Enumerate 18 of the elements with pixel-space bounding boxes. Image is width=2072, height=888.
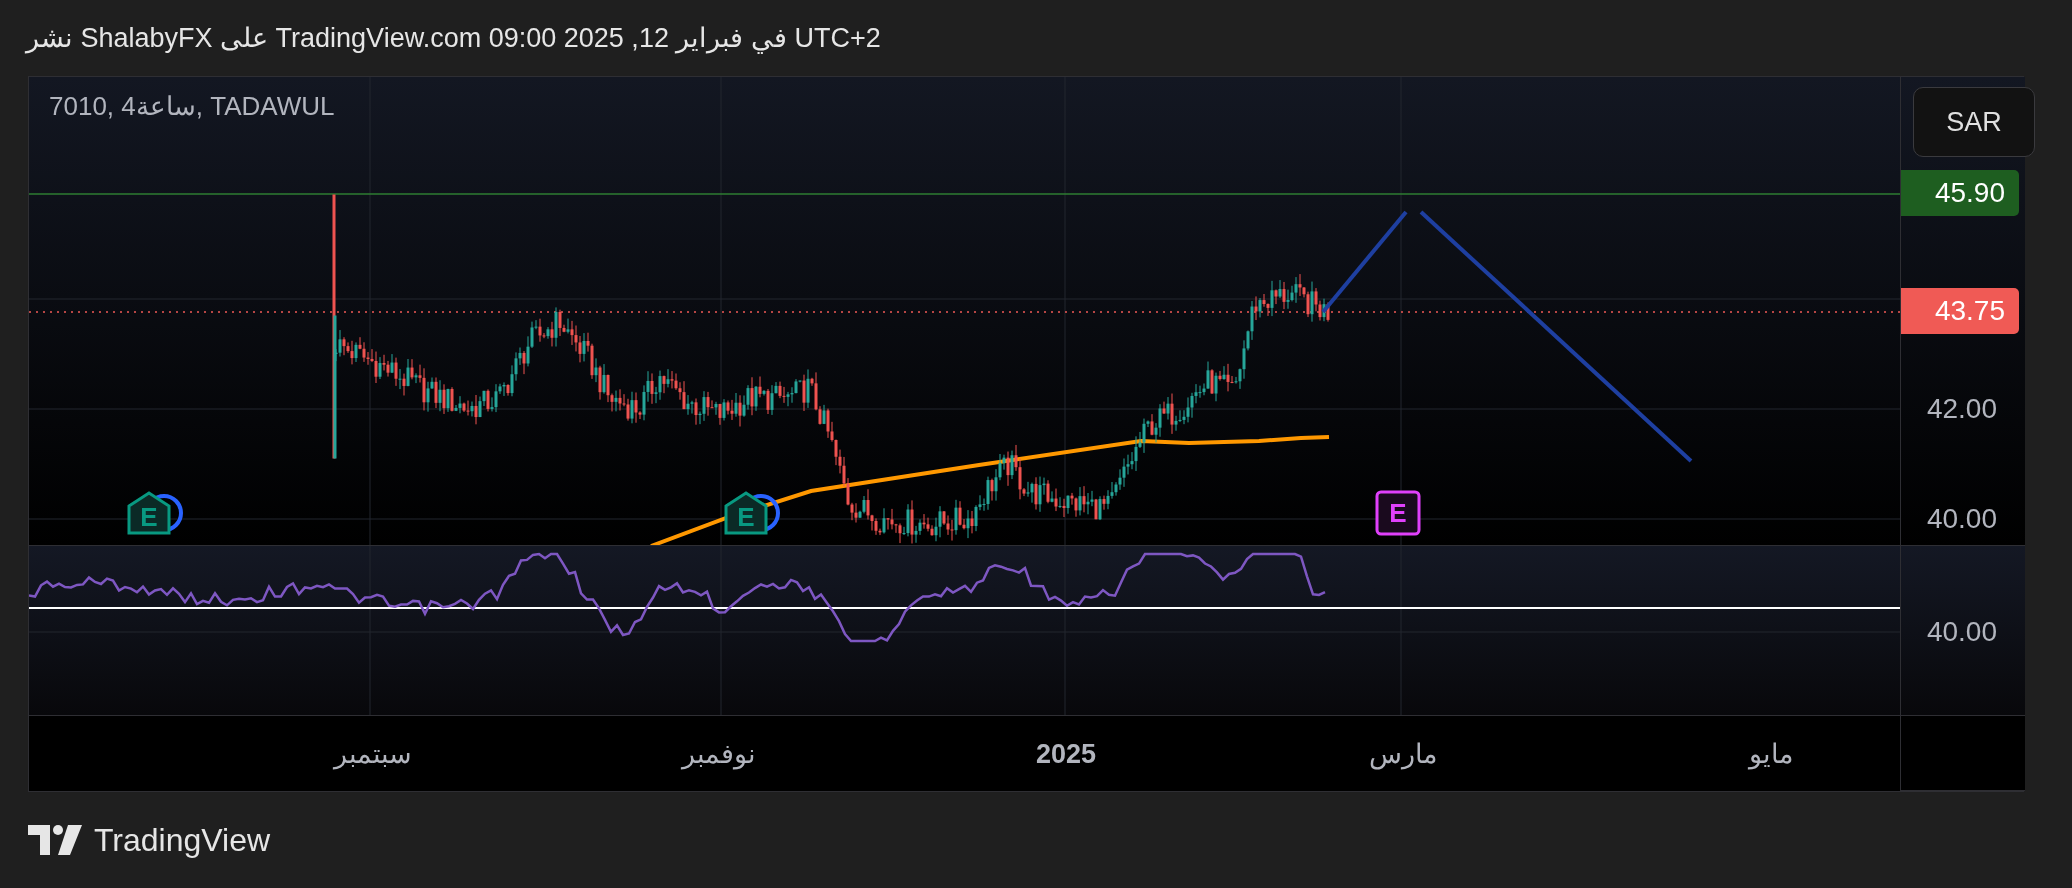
time-label: 2025 xyxy=(1035,738,1097,769)
logo-icon xyxy=(28,825,82,855)
rsi-tick: 40.00 xyxy=(1926,616,1997,648)
symbol-title: 7010, 4ساعة, TADAWUL xyxy=(49,91,335,122)
earnings-badge[interactable]: E xyxy=(1375,490,1421,536)
earnings-badge[interactable]: E xyxy=(723,490,769,536)
price-tag: 43.75 xyxy=(1901,288,2019,334)
time-label: مارس xyxy=(1369,737,1437,770)
time-label: سبتمبر xyxy=(334,737,412,770)
price-tick: 42.00 xyxy=(1926,393,1997,425)
earnings-badge[interactable]: E xyxy=(126,490,172,536)
currency-button[interactable]: SAR xyxy=(1913,87,2035,157)
time-label: مايو xyxy=(1749,737,1793,770)
publish-info: نشر ShalabyFX على TradingView.com في فبراير 12, 2025 09:00 UTC+2 xyxy=(24,22,882,56)
time-label: نوفمبر xyxy=(682,737,756,770)
price-tick: 40.00 xyxy=(1926,503,1997,535)
brand-name: TradingView xyxy=(94,821,271,859)
price-tag: 45.90 xyxy=(1901,170,2019,216)
